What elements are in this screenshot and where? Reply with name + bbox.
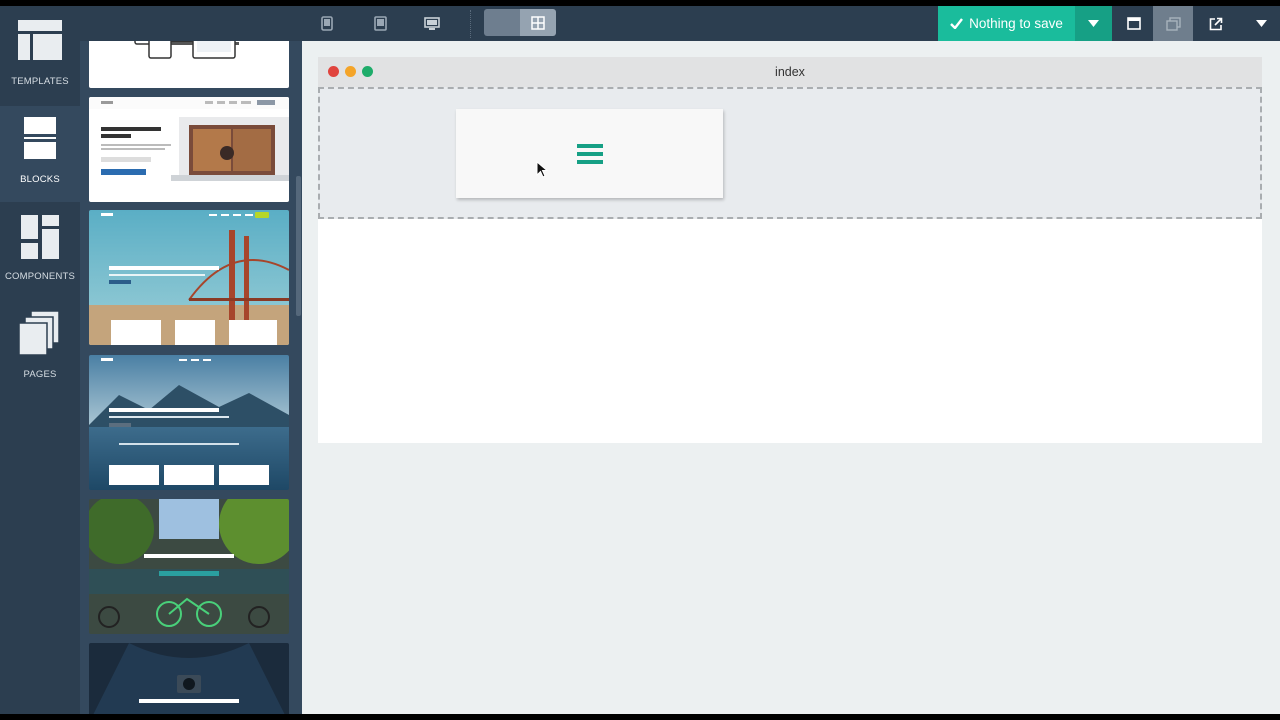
nav-templates-label: TEMPLATES (11, 76, 69, 87)
blocks-panel (80, 6, 302, 714)
page-frame (318, 87, 1262, 443)
grid-toggle[interactable] (520, 9, 556, 36)
save-options-button[interactable] (1075, 6, 1112, 41)
preview-window-button[interactable] (1114, 6, 1154, 41)
camera-hero-preview (89, 643, 289, 714)
duplicate-button[interactable] (1153, 6, 1193, 41)
nav-templates[interactable]: TEMPLATES (0, 8, 80, 104)
dropdown-arrow-icon (1255, 20, 1267, 27)
nav-blocks-label: BLOCKS (20, 174, 60, 185)
blocks-icon (24, 117, 56, 159)
tablet-view-button[interactable] (355, 6, 405, 41)
chevron-down-icon (1088, 20, 1099, 27)
desktop-view-button[interactable] (407, 6, 457, 41)
checkmark-icon (950, 18, 964, 29)
more-menu-button[interactable] (1241, 6, 1280, 41)
outline-toggle[interactable] (484, 9, 520, 36)
save-button-label: Nothing to save (969, 16, 1063, 31)
tablet-view-icon (373, 16, 387, 31)
app-window: TEMPLATES BLOCKS COMPONENTS PAGES Nothin… (0, 6, 1280, 714)
bridge-hero-preview (89, 210, 289, 345)
mobile-view-button[interactable] (302, 6, 352, 41)
panel-scrollbar[interactable] (296, 176, 301, 316)
mouse-pointer-icon (536, 161, 548, 178)
top-toolbar: Nothing to save (80, 6, 1280, 41)
page-frame-titlebar: index (318, 57, 1262, 87)
toolbar-separator (470, 10, 471, 38)
grid-icon (531, 15, 545, 30)
save-button[interactable]: Nothing to save (938, 6, 1075, 41)
block-thumbnail-video-hero[interactable] (89, 97, 289, 202)
block-thumbnail-camera-hero[interactable] (89, 643, 289, 714)
block-drop-zone[interactable] (318, 87, 1262, 219)
nav-pages[interactable]: PAGES (0, 301, 80, 397)
video-hero-preview (89, 97, 289, 181)
export-icon (1209, 17, 1223, 30)
lake-hero-preview (89, 355, 289, 490)
editor-canvas: index (302, 41, 1280, 714)
block-thumbnail-canal-hero[interactable] (89, 499, 289, 634)
nav-pages-label: PAGES (23, 369, 57, 380)
nav-blocks[interactable]: BLOCKS (0, 106, 80, 202)
pages-icon (19, 311, 60, 355)
duplicate-icon (1165, 16, 1181, 31)
export-button[interactable] (1196, 6, 1236, 41)
left-nav-rail: TEMPLATES BLOCKS COMPONENTS PAGES (0, 6, 80, 714)
hamburger-menu-icon (576, 143, 603, 164)
nav-components-label: COMPONENTS (4, 271, 76, 282)
page-frame-title: index (775, 65, 805, 79)
canal-hero-preview (89, 499, 289, 634)
view-toggle-group (484, 9, 556, 36)
block-thumbnail-lake-hero[interactable] (89, 355, 289, 490)
mobile-view-icon (321, 16, 333, 31)
templates-icon (18, 20, 62, 60)
block-thumbnail-bridge-hero[interactable] (89, 210, 289, 345)
components-icon (21, 215, 59, 259)
dragged-block-placeholder[interactable] (456, 109, 723, 198)
nav-components[interactable]: COMPONENTS (0, 203, 80, 299)
desktop-view-icon (424, 16, 440, 30)
preview-window-icon (1127, 17, 1141, 30)
